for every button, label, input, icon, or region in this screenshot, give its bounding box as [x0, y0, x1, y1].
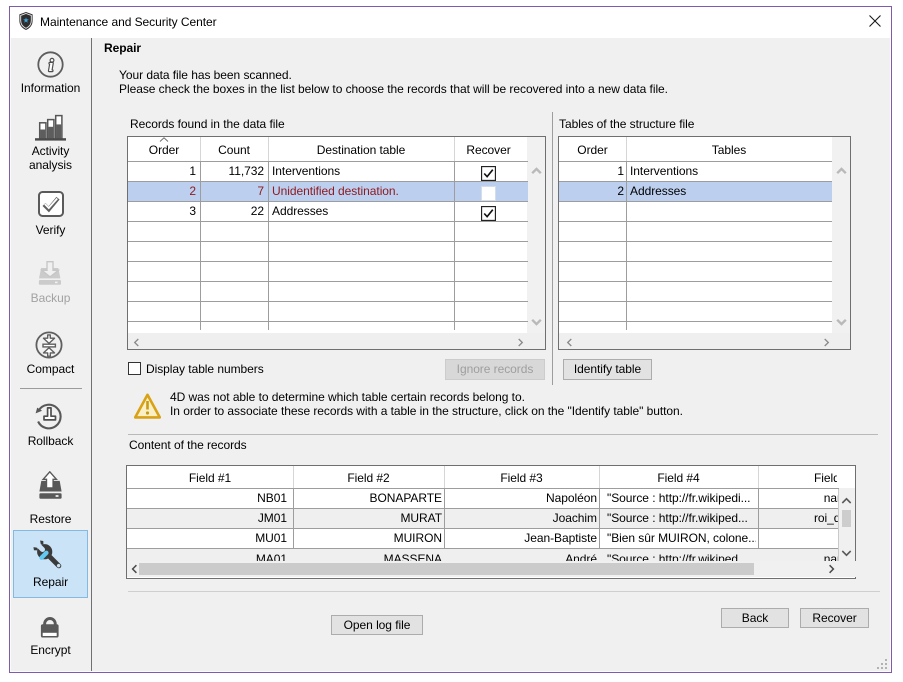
svg-text:i: i — [49, 56, 54, 75]
